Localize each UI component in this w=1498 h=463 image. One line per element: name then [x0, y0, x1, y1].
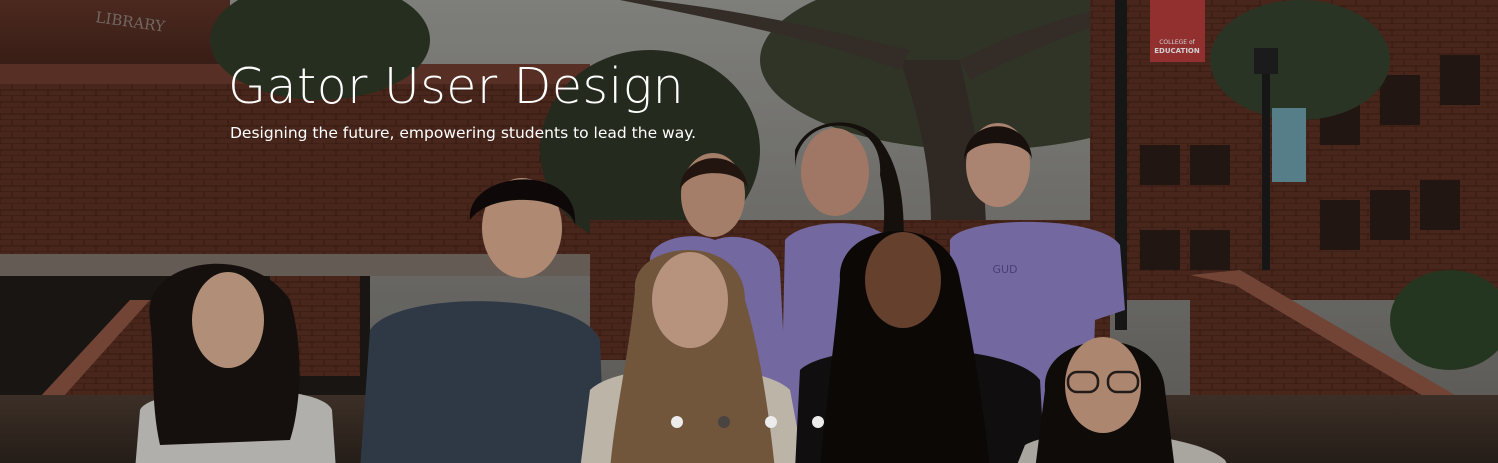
college-of-education-banner: COLLEGE of EDUCATION [1150, 0, 1205, 62]
svg-text:COLLEGE of: COLLEGE of [1159, 39, 1195, 46]
svg-text:GUD: GUD [992, 263, 1017, 276]
carousel-indicators [671, 416, 824, 428]
carousel-dot-4[interactable] [812, 416, 824, 428]
hero-banner: LIBRARY COLLEGE of EDUCATION GUD Gator U… [0, 0, 1498, 463]
hero-photo: LIBRARY COLLEGE of EDUCATION GUD [0, 0, 1498, 463]
carousel-dot-1[interactable] [671, 416, 683, 428]
carousel-dot-2[interactable] [718, 416, 730, 428]
svg-text:EDUCATION: EDUCATION [1154, 47, 1200, 55]
hero-text-block: Gator User Design Designing the future, … [228, 56, 696, 144]
carousel-dot-3[interactable] [765, 416, 777, 428]
hero-title: Gator User Design [228, 58, 685, 115]
hero-subtitle: Designing the future, empowering student… [230, 124, 697, 142]
